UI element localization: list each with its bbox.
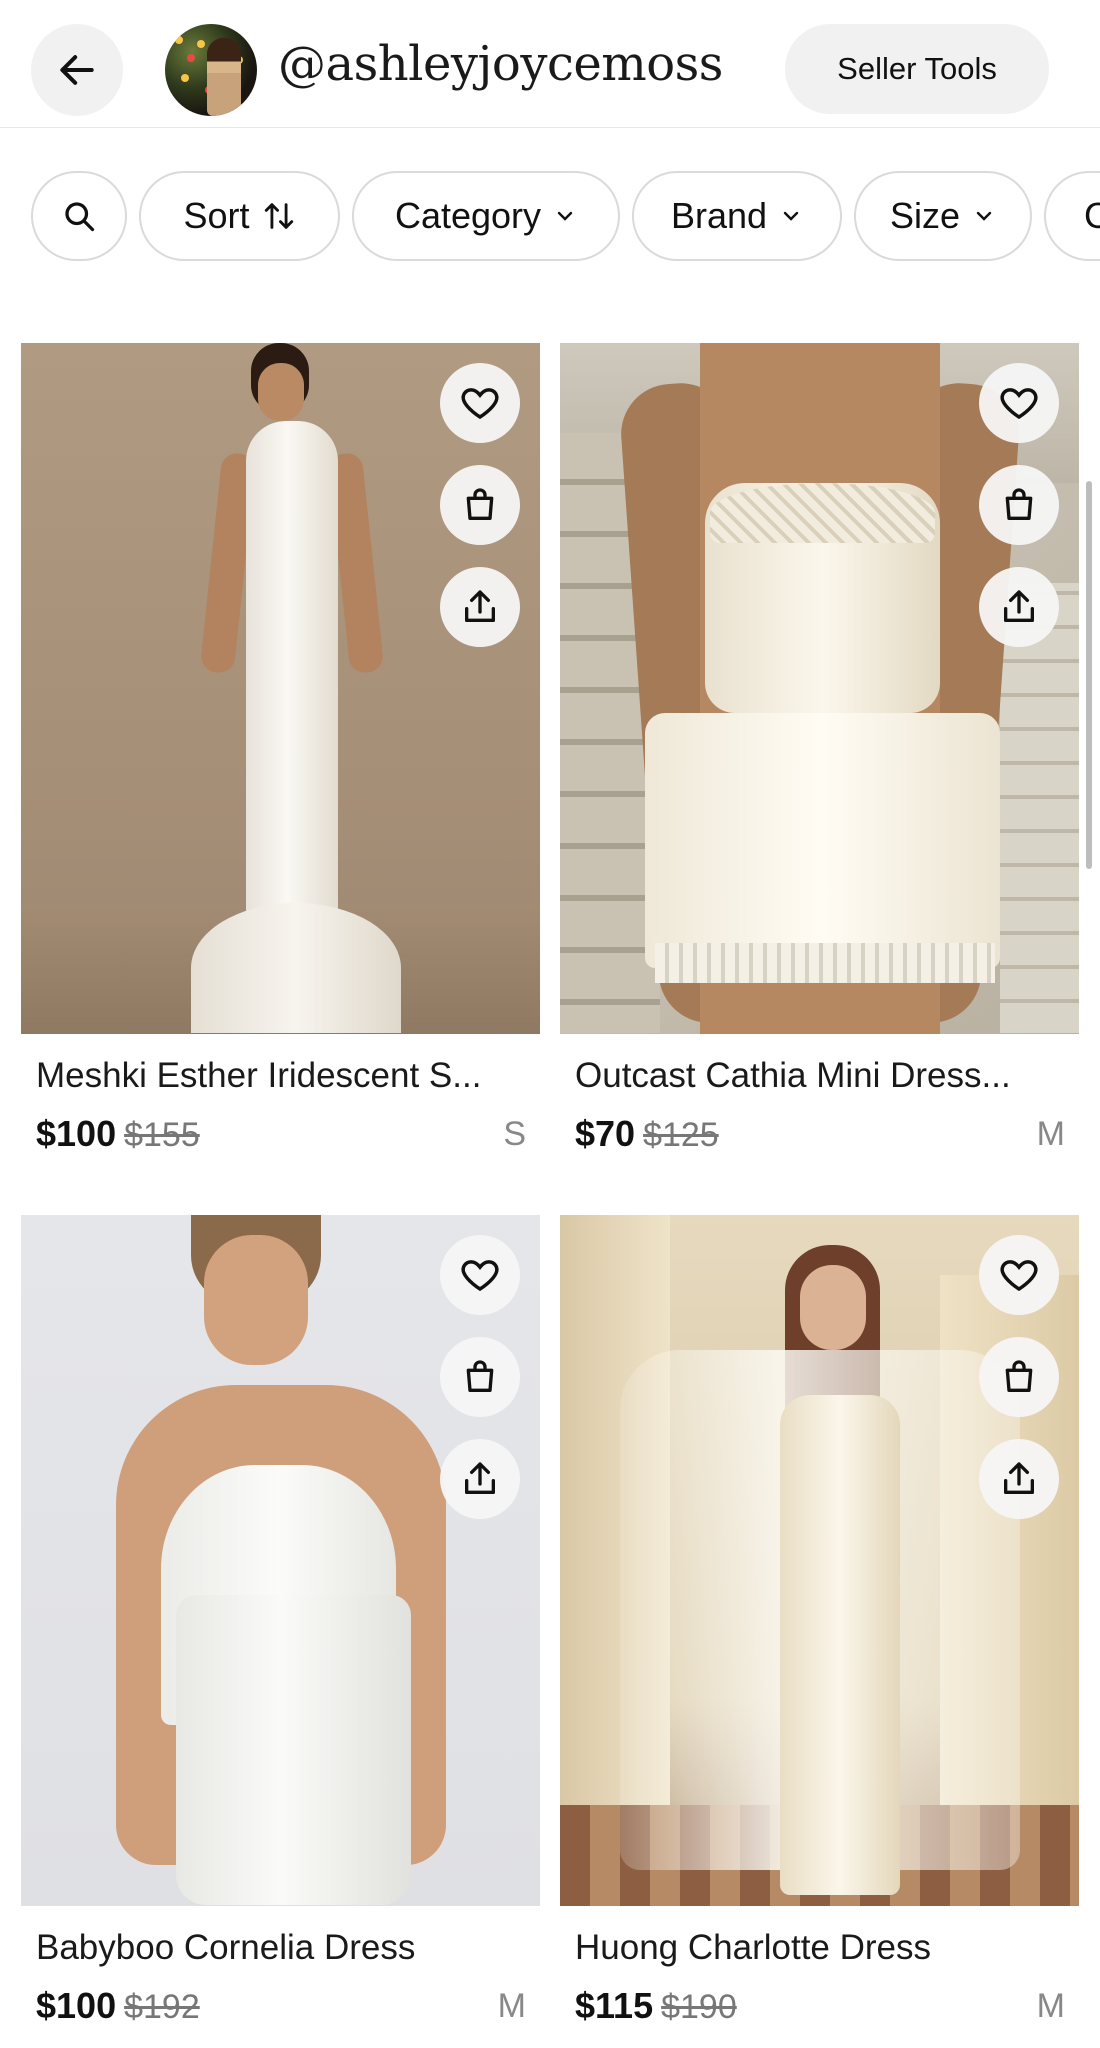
shopping-bag-icon <box>1005 488 1033 520</box>
username[interactable]: @ashleyjoycemoss <box>278 36 723 92</box>
listing-photo[interactable] <box>560 343 1079 1034</box>
like-button[interactable] <box>979 1235 1059 1315</box>
shopping-bag-icon <box>466 488 494 520</box>
original-price: $192 <box>124 1988 200 2026</box>
share-button[interactable] <box>440 567 520 647</box>
back-button[interactable] <box>31 24 123 116</box>
seller-tools-button[interactable]: Seller Tools <box>785 24 1049 114</box>
back-arrow-icon <box>60 55 94 85</box>
listing-title[interactable]: Meshki Esther Iridescent S... <box>36 1056 526 1096</box>
heart-icon <box>1000 1260 1038 1292</box>
price-row: $115 $190 M <box>575 1985 1065 2029</box>
filter-bar: Sort Category Brand Size C <box>0 171 1100 265</box>
sort-label: Sort <box>183 195 250 236</box>
listing-price: $115 <box>575 1985 654 2026</box>
condition-label: C <box>1084 195 1100 236</box>
like-button[interactable] <box>440 1235 520 1315</box>
price-row: $100 $155 S <box>36 1113 526 1157</box>
share-icon <box>1004 1462 1034 1494</box>
share-icon <box>465 1462 495 1494</box>
size-label: Size <box>889 195 961 236</box>
share-icon <box>1004 590 1034 622</box>
sort-filter[interactable]: Sort <box>139 171 340 261</box>
size-filter[interactable]: Size <box>854 171 1032 261</box>
add-to-bag-button[interactable] <box>979 1337 1059 1417</box>
heart-icon <box>461 1260 499 1292</box>
profile-header: @ashleyjoycemoss Seller Tools <box>0 0 1100 128</box>
add-to-bag-button[interactable] <box>440 1337 520 1417</box>
listing-title[interactable]: Outcast Cathia Mini Dress... <box>575 1056 1065 1096</box>
original-price: $155 <box>124 1116 200 1154</box>
category-filter[interactable]: Category <box>352 171 620 261</box>
chevron-down-icon <box>976 211 992 221</box>
like-button[interactable] <box>440 363 520 443</box>
like-button[interactable] <box>979 363 1059 443</box>
listing-size: M <box>1036 1987 1065 2025</box>
chevron-down-icon <box>783 211 799 221</box>
listing-photo[interactable] <box>21 1215 540 1906</box>
listing-photo[interactable] <box>560 1215 1079 1906</box>
category-label: Category <box>394 195 542 236</box>
listing-size: S <box>503 1115 526 1153</box>
listing-photo[interactable] <box>21 343 540 1034</box>
shopping-bag-icon <box>466 1360 494 1392</box>
listing-price: $100 <box>36 1113 117 1154</box>
price-row: $100 $192 M <box>36 1985 526 2029</box>
share-button[interactable] <box>440 1439 520 1519</box>
original-price: $190 <box>661 1988 737 2026</box>
share-button[interactable] <box>979 567 1059 647</box>
avatar[interactable] <box>165 24 257 116</box>
heart-icon <box>461 388 499 420</box>
brand-label: Brand <box>670 195 768 236</box>
heart-icon <box>1000 388 1038 420</box>
listing-title[interactable]: Babyboo Cornelia Dress <box>36 1928 526 1968</box>
scrollbar[interactable] <box>1086 481 1092 869</box>
add-to-bag-button[interactable] <box>979 465 1059 545</box>
listing-price: $70 <box>575 1113 636 1154</box>
listing-price: $100 <box>36 1985 117 2026</box>
sort-arrows-icon <box>264 203 293 229</box>
chevron-down-icon <box>557 211 573 221</box>
share-icon <box>465 590 495 622</box>
condition-filter[interactable]: C <box>1044 171 1100 261</box>
shopping-bag-icon <box>1005 1360 1033 1392</box>
search-button[interactable] <box>31 171 127 261</box>
share-button[interactable] <box>979 1439 1059 1519</box>
listing-size: M <box>497 1987 526 2025</box>
listing-size: M <box>1036 1115 1065 1153</box>
listing-title[interactable]: Huong Charlotte Dress <box>575 1928 1065 1968</box>
search-icon <box>65 202 95 232</box>
price-row: $70 $125 M <box>575 1113 1065 1157</box>
original-price: $125 <box>643 1116 719 1154</box>
brand-filter[interactable]: Brand <box>632 171 842 261</box>
add-to-bag-button[interactable] <box>440 465 520 545</box>
